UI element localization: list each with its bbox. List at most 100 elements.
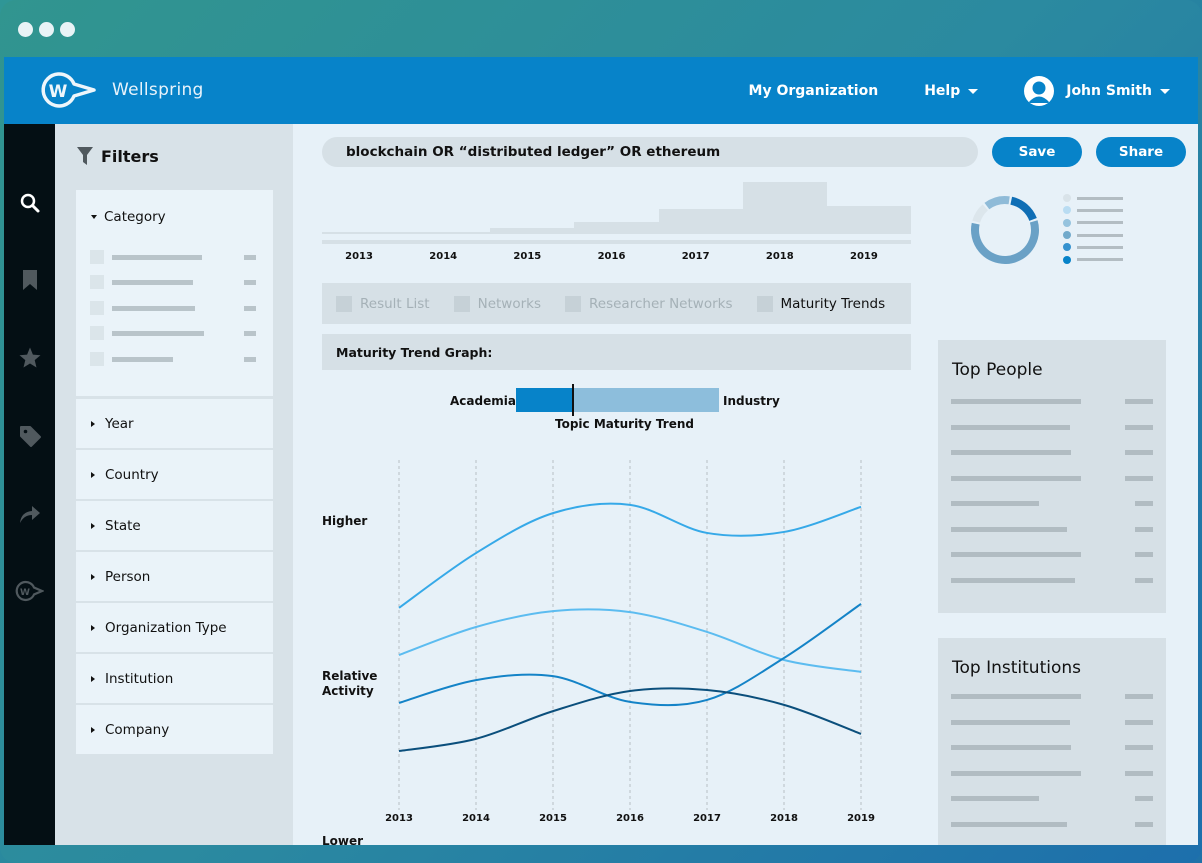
legend-dot <box>1063 194 1071 203</box>
list-item[interactable] <box>951 577 1153 583</box>
triangle-right-icon <box>91 573 95 580</box>
wellspring-droplet-logo-icon: W <box>41 72 96 108</box>
category-option[interactable] <box>90 326 260 340</box>
category-option[interactable] <box>90 250 260 264</box>
list-item[interactable] <box>951 719 1153 725</box>
category-toggle[interactable]: Category <box>91 209 166 225</box>
filter-section-company[interactable]: Company <box>76 705 273 754</box>
window-dot-minimize[interactable] <box>39 22 54 37</box>
triangle-right-icon <box>91 471 95 478</box>
bookmark-icon[interactable] <box>18 268 42 292</box>
nav-my-organization[interactable]: My Organization <box>749 83 879 99</box>
histogram-bar[interactable] <box>490 227 575 234</box>
histogram-bar[interactable] <box>406 231 491 234</box>
maturity-bar <box>516 384 719 416</box>
filters-panel: Filters Category Year Country State Pers… <box>55 124 293 845</box>
item-value-placeholder <box>1125 770 1153 776</box>
window-dot-close[interactable] <box>18 22 33 37</box>
category-filter: Category <box>76 190 273 396</box>
list-item[interactable] <box>951 424 1153 430</box>
item-name-placeholder <box>951 424 1070 430</box>
funnel-icon <box>77 147 93 165</box>
category-option[interactable] <box>90 352 260 366</box>
nav-my-organization-label: My Organization <box>748 82 879 99</box>
category-label: Category <box>104 209 166 225</box>
list-item[interactable] <box>951 501 1153 506</box>
list-item[interactable] <box>951 399 1153 404</box>
legend-item <box>1063 229 1123 241</box>
list-item[interactable] <box>951 770 1153 776</box>
legend-item <box>1063 204 1123 216</box>
filter-section-label: Company <box>105 721 170 738</box>
academia-label: Academia <box>450 394 516 408</box>
filter-section-state[interactable]: State <box>76 501 273 550</box>
filter-section-country[interactable]: Country <box>76 450 273 499</box>
checkbox[interactable] <box>90 326 104 340</box>
donut-segment[interactable] <box>971 220 1039 264</box>
donut-segment[interactable] <box>1010 196 1037 222</box>
category-option[interactable] <box>90 275 260 289</box>
histogram-year-label: 2019 <box>850 251 878 262</box>
window-controls <box>18 22 75 37</box>
checkbox[interactable] <box>90 352 104 366</box>
donut-segment[interactable] <box>984 196 1010 210</box>
item-name-placeholder <box>951 770 1081 776</box>
filter-section-year[interactable]: Year <box>76 399 273 448</box>
list-item[interactable] <box>951 450 1153 455</box>
filter-section-organization-type[interactable]: Organization Type <box>76 603 273 652</box>
star-icon[interactable] <box>18 346 42 370</box>
list-item[interactable] <box>951 475 1153 481</box>
triangle-right-icon <box>91 522 95 529</box>
list-item[interactable] <box>951 821 1153 827</box>
list-item[interactable] <box>951 745 1153 750</box>
list-item[interactable] <box>951 694 1153 699</box>
icon-rail: W <box>4 124 55 845</box>
option-label-placeholder <box>112 331 204 336</box>
window-dot-maximize[interactable] <box>60 22 75 37</box>
search-query-text: blockchain OR “distributed ledger” OR et… <box>346 144 721 160</box>
user-menu[interactable]: John Smith <box>1024 75 1170 106</box>
save-button[interactable]: Save <box>992 137 1082 167</box>
tab-result-list[interactable]: Result List <box>336 295 430 312</box>
x-tick-label: 2019 <box>847 813 875 824</box>
filter-section-institution[interactable]: Institution <box>76 654 273 703</box>
tab-networks[interactable]: Networks <box>453 295 541 312</box>
app-logo[interactable]: W Wellspring <box>38 70 204 110</box>
option-label-placeholder <box>112 255 202 260</box>
nav-help-menu[interactable]: Help <box>924 83 979 99</box>
histogram-bar[interactable] <box>574 221 660 234</box>
checkbox[interactable] <box>90 275 104 289</box>
tag-icon[interactable] <box>18 424 42 448</box>
histogram-bar[interactable] <box>826 206 912 234</box>
option-label-placeholder <box>112 280 193 285</box>
list-item[interactable] <box>951 526 1153 532</box>
histogram-bar[interactable] <box>658 208 744 234</box>
industry-label: Industry <box>723 394 780 408</box>
histogram-bar[interactable] <box>322 231 407 234</box>
list-item[interactable] <box>951 796 1153 801</box>
share-arrow-icon[interactable] <box>18 502 42 526</box>
top-institutions-title: Top Institutions <box>952 658 1081 678</box>
filter-section-person[interactable]: Person <box>76 552 273 601</box>
maturity-marker <box>571 384 574 416</box>
graph-header: Maturity Trend Graph: <box>322 334 911 370</box>
category-option[interactable] <box>90 301 260 315</box>
triangle-right-icon <box>91 726 95 733</box>
checkbox[interactable] <box>90 301 104 315</box>
tab-researcher-networks[interactable]: Researcher Networks <box>565 295 733 312</box>
item-value-placeholder <box>1135 577 1153 583</box>
top-nav: My Organization Help John Smith <box>749 57 1198 124</box>
tab-maturity-trends[interactable]: Maturity Trends <box>756 295 885 312</box>
list-item[interactable] <box>951 552 1153 557</box>
results-histogram: 2013 2014 2015 2016 2017 2018 2019 <box>322 176 912 266</box>
checkbox[interactable] <box>90 250 104 264</box>
share-button[interactable]: Share <box>1096 137 1186 167</box>
legend-dot <box>1063 231 1071 240</box>
item-value-placeholder <box>1135 526 1153 532</box>
search-query-input[interactable]: blockchain OR “distributed ledger” OR et… <box>322 137 978 167</box>
donut-legend <box>1063 192 1123 266</box>
search-icon[interactable] <box>18 191 42 215</box>
histogram-bar[interactable] <box>742 182 828 234</box>
donut-segment[interactable] <box>972 204 989 224</box>
wellspring-icon[interactable]: W <box>14 579 44 603</box>
